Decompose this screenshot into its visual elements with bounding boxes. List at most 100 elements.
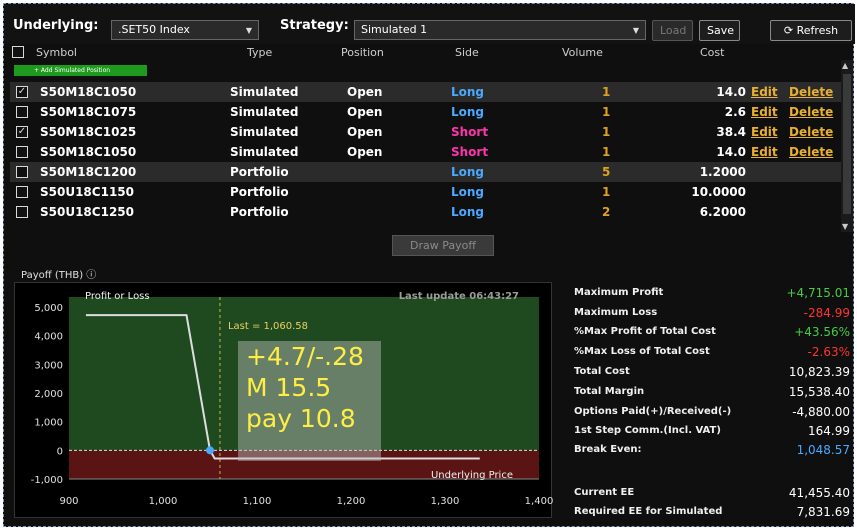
strategy-label: Strategy: xyxy=(280,18,349,33)
y-tick-label: 0 xyxy=(57,446,63,457)
row-symbol: S50M18C1050 xyxy=(40,145,137,159)
table-header: Symbol Type Position Side Volume Cost xyxy=(10,44,845,62)
row-checkbox[interactable] xyxy=(16,166,28,178)
stat-row: Maximum Loss -284.99 xyxy=(570,304,850,322)
select-all-checkbox[interactable] xyxy=(12,46,24,58)
table-row[interactable]: ✓ S50M18C1025 Simulated Open Short 1 38.4 Edit D… xyxy=(10,122,842,142)
refresh-label: Refresh xyxy=(796,24,839,37)
table-scrollbar[interactable]: ▲ ▼ xyxy=(841,60,853,232)
stat-row: Break Even: 1,048.57 xyxy=(570,441,850,459)
stat-value: +4,715.01 xyxy=(786,286,851,300)
row-checkbox[interactable]: ✓ xyxy=(16,126,28,138)
header-volume[interactable]: Volume xyxy=(562,46,603,59)
refresh-button[interactable]: ⟳ Refresh xyxy=(770,20,852,41)
header-type[interactable]: Type xyxy=(247,46,272,59)
row-checkbox[interactable]: ✓ xyxy=(16,86,28,98)
row-side: Long xyxy=(451,165,485,179)
add-simulated-position-button[interactable]: + Add Simulated Position xyxy=(14,65,147,76)
row-volume: 2 xyxy=(602,205,611,219)
stat-label: Total Cost xyxy=(574,366,630,377)
row-volume: 1 xyxy=(602,85,611,99)
x-tick-label: 1,200 xyxy=(337,496,366,507)
table-row[interactable]: S50U18C1250 Portfolio Long 2 6.2000 xyxy=(10,202,842,222)
payoff-title-text: Payoff (THB) xyxy=(21,270,84,281)
row-side: Long xyxy=(451,205,485,219)
stat-label: Required EE for Simulated xyxy=(574,506,723,517)
row-delete-link[interactable]: Delete xyxy=(789,145,833,159)
scroll-down-icon[interactable]: ▼ xyxy=(842,222,848,231)
stat-label: Current EE xyxy=(574,487,635,498)
row-cost: 1.2000 xyxy=(699,165,746,179)
y-tick-label: 3,000 xyxy=(34,360,63,371)
underlying-value: .SET50 Index xyxy=(118,23,190,36)
save-button[interactable]: Save xyxy=(699,20,740,41)
header-position[interactable]: Position xyxy=(341,46,384,59)
row-checkbox[interactable] xyxy=(16,146,28,158)
row-edit-link[interactable]: Edit xyxy=(751,125,778,139)
row-edit-link[interactable]: Edit xyxy=(751,105,778,119)
row-volume: 1 xyxy=(602,145,611,159)
stat-value: 10,823.39 xyxy=(788,365,850,379)
header-symbol[interactable]: Symbol xyxy=(36,46,77,59)
stat-row: 1st Step Comm.(Incl. VAT) 164.99 xyxy=(570,422,850,440)
row-checkbox[interactable] xyxy=(16,186,28,198)
underlying-select[interactable]: .SET50 Index ▼ xyxy=(111,20,259,40)
row-edit-link[interactable]: Edit xyxy=(751,145,778,159)
row-type: Simulated xyxy=(230,145,299,159)
table-row[interactable]: S50U18C1150 Portfolio Long 1 10.0000 xyxy=(10,182,842,202)
table-row[interactable]: S50M18C1075 Simulated Open Long 1 2.6 Edit Dele… xyxy=(10,102,842,122)
row-volume: 1 xyxy=(602,105,611,119)
stat-label: Total Margin xyxy=(574,386,645,397)
stat-label: Break Even: xyxy=(574,444,642,455)
row-volume: 1 xyxy=(602,185,611,199)
row-delete-link[interactable]: Delete xyxy=(789,105,833,119)
y-tick-label: 2,000 xyxy=(34,389,63,400)
row-side: Long xyxy=(451,85,485,99)
row-edit-link[interactable]: Edit xyxy=(751,85,778,99)
load-button[interactable]: Load xyxy=(652,20,693,41)
stat-row: Options Paid(+)/Received(-) -4,880.00 xyxy=(570,403,850,421)
stat-label: Options Paid(+)/Received(-) xyxy=(574,406,732,417)
header-side[interactable]: Side xyxy=(455,46,479,59)
row-position: Open xyxy=(347,125,383,139)
header-cost[interactable]: Cost xyxy=(700,46,724,59)
row-symbol: S50M18C1075 xyxy=(40,105,137,119)
scroll-thumb[interactable] xyxy=(843,74,851,214)
row-checkbox[interactable] xyxy=(16,206,28,218)
row-symbol: S50M18C1050 xyxy=(40,85,137,99)
scroll-up-icon[interactable]: ▲ xyxy=(842,61,848,70)
row-type: Portfolio xyxy=(230,185,289,199)
stat-row: Total Cost 10,823.39 xyxy=(570,363,850,381)
stat-label: 1st Step Comm.(Incl. VAT) xyxy=(574,425,721,436)
table-row[interactable]: ✓ S50M18C1050 Simulated Open Long 1 14.0 Edit De… xyxy=(10,82,842,102)
annotation-overlay: +4.7/-.28 M 15.5 pay 10.8 xyxy=(238,341,381,461)
stat-value: 1,048.57 xyxy=(796,443,850,457)
row-volume: 1 xyxy=(602,125,611,139)
row-symbol: S50M18C1025 xyxy=(40,125,137,139)
stat-label: Maximum Loss xyxy=(574,307,658,318)
row-delete-link[interactable]: Delete xyxy=(789,125,833,139)
table-row[interactable]: S50M18C1200 Portfolio Long 5 1.2000 xyxy=(10,162,842,182)
payoff-stats-panel: Maximum Profit +4,715.01 Maximum Loss -284.… xyxy=(570,280,850,520)
stat-value: -2.63% xyxy=(807,345,850,359)
stat-value: -284.99 xyxy=(803,306,850,320)
strategy-select[interactable]: Simulated 1 ▼ xyxy=(354,20,646,40)
stat-row: %Max Loss of Total Cost -2.63% xyxy=(570,343,850,361)
stat-value: 41,455.40 xyxy=(788,486,850,500)
table-row[interactable]: S50M18C1050 Simulated Open Short 1 14.0 Edit De… xyxy=(10,142,842,162)
row-type: Simulated xyxy=(230,125,299,139)
x-tick-label: 1,000 xyxy=(149,496,178,507)
y-tick-label: 1,000 xyxy=(34,418,63,429)
row-delete-link[interactable]: Delete xyxy=(789,85,833,99)
row-checkbox[interactable] xyxy=(16,106,28,118)
draw-payoff-button[interactable]: Draw Payoff xyxy=(392,235,494,256)
row-type: Portfolio xyxy=(230,205,289,219)
row-side: Long xyxy=(451,105,485,119)
info-icon[interactable]: ⓘ xyxy=(86,270,96,281)
row-position: Open xyxy=(347,145,383,159)
last-price-label: Last = 1,060.58 xyxy=(228,321,308,332)
row-side: Short xyxy=(451,125,489,139)
row-position: Open xyxy=(347,105,383,119)
y-tick-label: -1,000 xyxy=(31,475,63,486)
overlay-line: M 15.5 xyxy=(246,373,332,402)
